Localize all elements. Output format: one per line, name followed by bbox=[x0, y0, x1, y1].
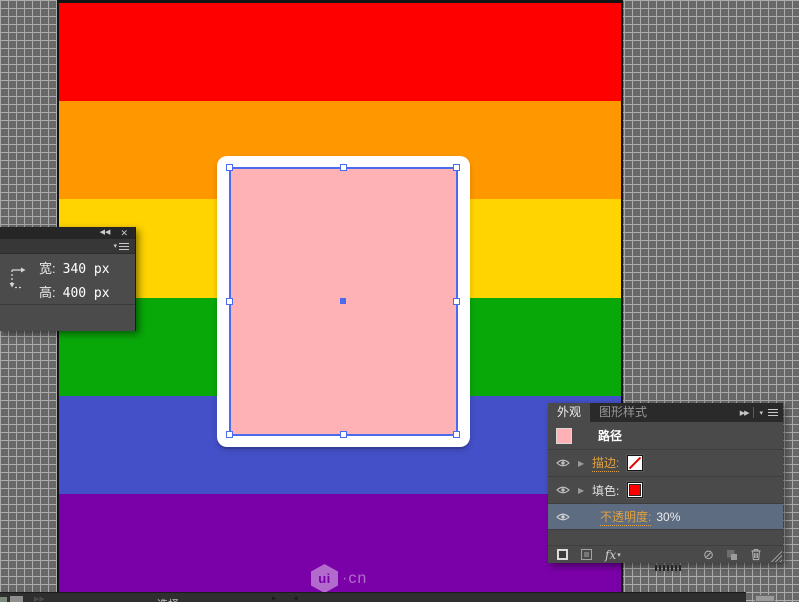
selection-handle-bottom-mid[interactable] bbox=[340, 431, 347, 438]
appearance-toolbar: fx ▾ ⊘ bbox=[548, 545, 783, 563]
stroke-label-link[interactable]: 描边: bbox=[592, 454, 619, 472]
height-readout: 高: 400 px bbox=[39, 282, 110, 301]
path-thumbnail-swatch bbox=[556, 428, 572, 444]
stroke-none-icon bbox=[629, 457, 641, 469]
close-panel-icon[interactable]: ✕ bbox=[120, 227, 128, 239]
info-panel-menu-row: ▾ bbox=[0, 239, 135, 254]
opacity-value: 30% bbox=[656, 510, 680, 524]
status-proxy-box[interactable] bbox=[10, 596, 23, 602]
current-tool-label: 选择 bbox=[157, 596, 179, 602]
visibility-eye-icon[interactable] bbox=[556, 485, 570, 495]
bottom-left-chip bbox=[0, 597, 7, 602]
watermark: ui ·cn bbox=[311, 564, 367, 593]
selection-handle-top-left[interactable] bbox=[226, 164, 233, 171]
visibility-eye-icon[interactable] bbox=[556, 458, 570, 468]
selection-handle-top-right[interactable] bbox=[453, 164, 460, 171]
panel-menu-icon[interactable] bbox=[119, 243, 129, 250]
selection-handle-mid-left[interactable] bbox=[226, 298, 233, 305]
appearance-tab-bar: 外观 图形样式 ▶▶ ▾ bbox=[548, 403, 783, 422]
expand-fill-icon[interactable]: ▶ bbox=[578, 486, 592, 495]
watermark-text: ·cn bbox=[342, 570, 367, 588]
status-triangle-left-icon: ◀ bbox=[293, 595, 298, 602]
clear-appearance-icon[interactable]: ⊘ bbox=[703, 548, 714, 561]
expand-stroke-icon[interactable]: ▶ bbox=[578, 459, 592, 468]
duplicate-item-icon[interactable] bbox=[726, 549, 738, 561]
add-new-stroke-icon[interactable] bbox=[557, 549, 568, 560]
tab-graphic-styles[interactable]: 图形样式 bbox=[590, 403, 656, 422]
appearance-row-opacity[interactable]: 不透明度: 30% bbox=[548, 504, 783, 530]
panel-menu-caret-icon[interactable]: ▾ bbox=[113, 242, 117, 250]
fx-caret-icon: ▾ bbox=[617, 551, 621, 559]
stroke-none-swatch[interactable] bbox=[627, 455, 643, 471]
appearance-empty-row bbox=[548, 530, 783, 545]
scrollbar-dots bbox=[655, 565, 683, 571]
selection-handle-mid-right[interactable] bbox=[453, 298, 460, 305]
height-value: 400 px bbox=[63, 286, 110, 301]
flag-stripe-red[interactable] bbox=[59, 3, 621, 101]
info-panel: ◀◀ ✕ ▾ 宽: 340 px 高: 400 px bbox=[0, 227, 136, 331]
width-readout: 宽: 340 px bbox=[39, 258, 110, 277]
selection-handle-bottom-right[interactable] bbox=[453, 431, 460, 438]
selection-center-point[interactable] bbox=[340, 298, 346, 304]
info-panel-content: 宽: 340 px 高: 400 px bbox=[0, 254, 135, 305]
appearance-row-path[interactable]: 路径 bbox=[548, 422, 783, 450]
add-new-effect-button[interactable]: fx ▾ bbox=[605, 548, 621, 562]
opacity-label-link[interactable]: 不透明度: bbox=[600, 508, 651, 526]
appearance-panel: 外观 图形样式 ▶▶ ▾ 路径 ▶ 描边: ▶ 填色: bbox=[548, 403, 783, 563]
tab-bar-divider bbox=[753, 407, 754, 418]
selection-handle-bottom-left[interactable] bbox=[226, 431, 233, 438]
collapse-panel-icon[interactable]: ◀◀ bbox=[100, 227, 111, 239]
path-label: 路径 bbox=[598, 427, 622, 444]
width-value: 340 px bbox=[63, 262, 110, 277]
illustrator-workspace: { "canvas": { "flag_stripes": [ { "name"… bbox=[0, 0, 799, 602]
status-triangle-right-icon: ▶ bbox=[272, 595, 277, 602]
appearance-row-stroke[interactable]: ▶ 描边: bbox=[548, 450, 783, 477]
width-label: 宽: bbox=[39, 258, 56, 277]
scrollbar-corner[interactable] bbox=[755, 595, 775, 602]
appearance-menu-icon[interactable] bbox=[768, 409, 778, 416]
visibility-eye-icon[interactable] bbox=[556, 512, 570, 522]
fill-color-swatch[interactable] bbox=[627, 482, 643, 498]
info-panel-titlebar: ◀◀ ✕ bbox=[0, 227, 135, 239]
appearance-menu-caret-icon[interactable]: ▾ bbox=[759, 409, 763, 417]
add-new-fill-icon[interactable] bbox=[581, 549, 592, 560]
selection-handle-top-mid[interactable] bbox=[340, 164, 347, 171]
width-height-icon bbox=[6, 266, 30, 292]
fx-icon: fx bbox=[605, 548, 616, 562]
tab-appearance[interactable]: 外观 bbox=[548, 403, 590, 422]
status-arrows-icon: ▶▶ bbox=[34, 595, 45, 602]
status-bar: ▶▶ 选择 ▶ ◀ bbox=[0, 592, 746, 602]
fill-color-chip bbox=[630, 485, 640, 495]
fill-label: 填色: bbox=[592, 482, 619, 499]
watermark-hexagon-icon: ui bbox=[311, 564, 338, 593]
height-label: 高: bbox=[39, 282, 56, 301]
delete-trash-icon[interactable] bbox=[750, 548, 762, 561]
appearance-row-fill[interactable]: ▶ 填色: bbox=[548, 477, 783, 504]
collapse-to-icons-icon[interactable]: ▶▶ bbox=[740, 409, 749, 417]
